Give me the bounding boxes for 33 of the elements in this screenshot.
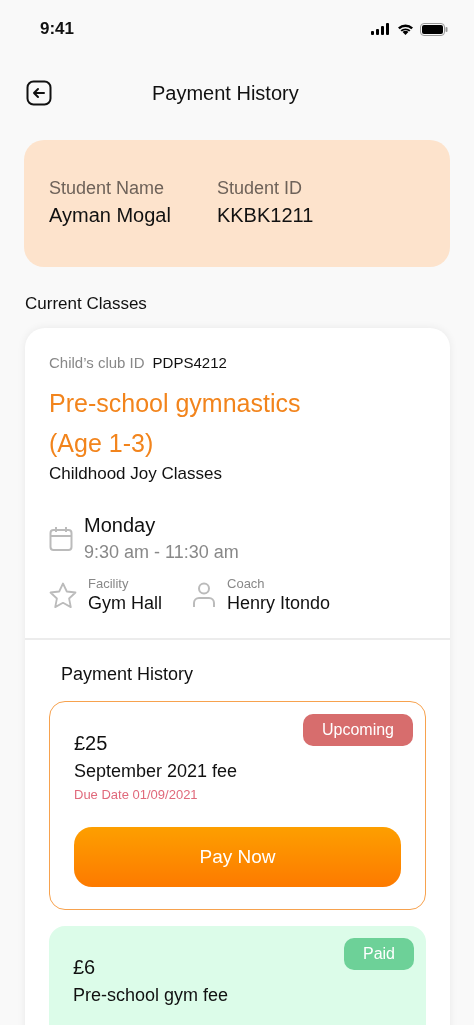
pay-now-button[interactable]: Pay Now: [74, 827, 401, 887]
payment-amount: £6: [73, 956, 97, 979]
back-button[interactable]: [25, 79, 53, 107]
student-id: KKBK1211: [216, 204, 314, 227]
class-title: Pre-school gymnastics (Age 1-3): [49, 388, 302, 459]
class-provider: Childhood Joy Classes: [49, 464, 223, 484]
payment-history-title: Payment History: [61, 664, 195, 685]
status-badge: Upcoming: [302, 714, 413, 746]
payment-description: Pre-school gym fee: [73, 985, 230, 1006]
star-icon: [49, 581, 77, 609]
status-time: 9:41: [40, 19, 75, 39]
calendar-icon: [49, 525, 73, 552]
class-day: Monday: [84, 514, 239, 537]
wifi-icon: [397, 23, 414, 35]
student-name-label: Student Name: [49, 178, 166, 199]
coach-name: Henry Itondo: [227, 593, 331, 614]
coach-label: Coach: [227, 576, 266, 591]
status-badge: Paid: [343, 938, 414, 970]
club-id-label: Child’s club ID: [49, 354, 145, 371]
payment-description: September 2021 fee: [74, 761, 239, 782]
page-title: Payment History: [152, 81, 299, 105]
student-id-label: Student ID: [216, 178, 303, 199]
class-time: 9:30 am - 11:30 am: [84, 542, 239, 563]
due-date: Due Date 01/09/2021: [74, 787, 199, 802]
section-title: Current Classes: [25, 294, 148, 314]
battery-icon: [420, 22, 448, 36]
facility-name: Gym Hall: [88, 593, 162, 614]
student-name: Ayman Mogal: [49, 204, 171, 227]
person-icon: [192, 582, 216, 608]
facility-label: Facility: [88, 576, 130, 591]
payment-amount: £25: [74, 732, 109, 755]
club-id: PDPS4212: [152, 354, 227, 371]
signal-icon: [371, 23, 391, 35]
